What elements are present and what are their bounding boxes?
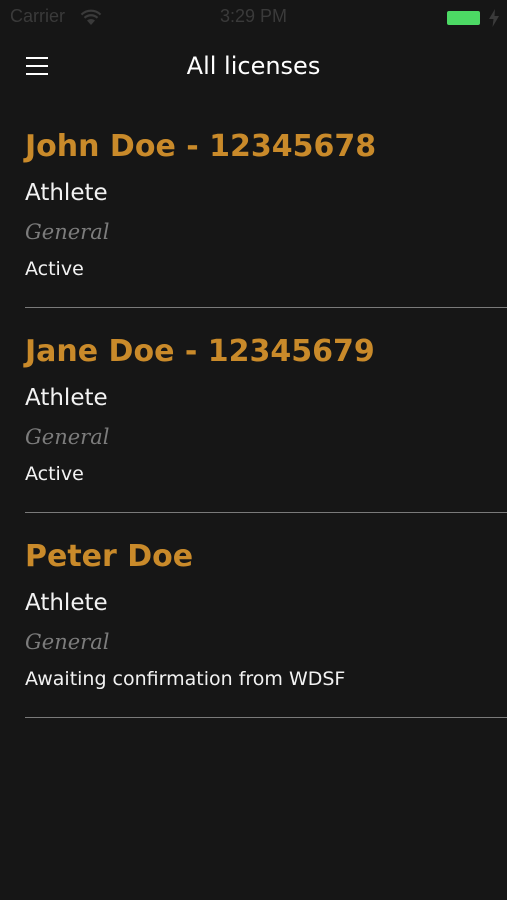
charging-bolt-icon (489, 9, 499, 27)
battery-fill (447, 11, 480, 25)
status-bar: Carrier 3:29 PM (0, 0, 507, 40)
license-category: General (25, 220, 110, 244)
license-row[interactable]: Jane Doe - 12345679 Athlete General Acti… (25, 308, 507, 513)
license-holder-name: Peter Doe (25, 539, 194, 574)
license-holder-name: Jane Doe - 12345679 (25, 334, 375, 369)
battery-icon (447, 11, 483, 25)
license-status: Awaiting confirmation from WDSF (25, 668, 346, 690)
license-role: Athlete (25, 385, 108, 411)
license-row[interactable]: Peter Doe Athlete General Awaiting confi… (25, 513, 507, 718)
license-role: Athlete (25, 180, 108, 206)
nav-bar: All licenses (0, 40, 507, 100)
license-role: Athlete (25, 590, 108, 616)
status-time: 3:29 PM (219, 6, 288, 26)
license-row[interactable]: John Doe - 12345678 Athlete General Acti… (25, 103, 507, 308)
license-holder-name: John Doe - 12345678 (25, 129, 377, 164)
license-status: Active (25, 463, 84, 485)
license-category: General (25, 630, 110, 654)
license-status: Active (25, 258, 84, 280)
license-list: John Doe - 12345678 Athlete General Acti… (25, 103, 507, 718)
license-category: General (25, 425, 110, 449)
page-title: All licenses (186, 52, 321, 80)
